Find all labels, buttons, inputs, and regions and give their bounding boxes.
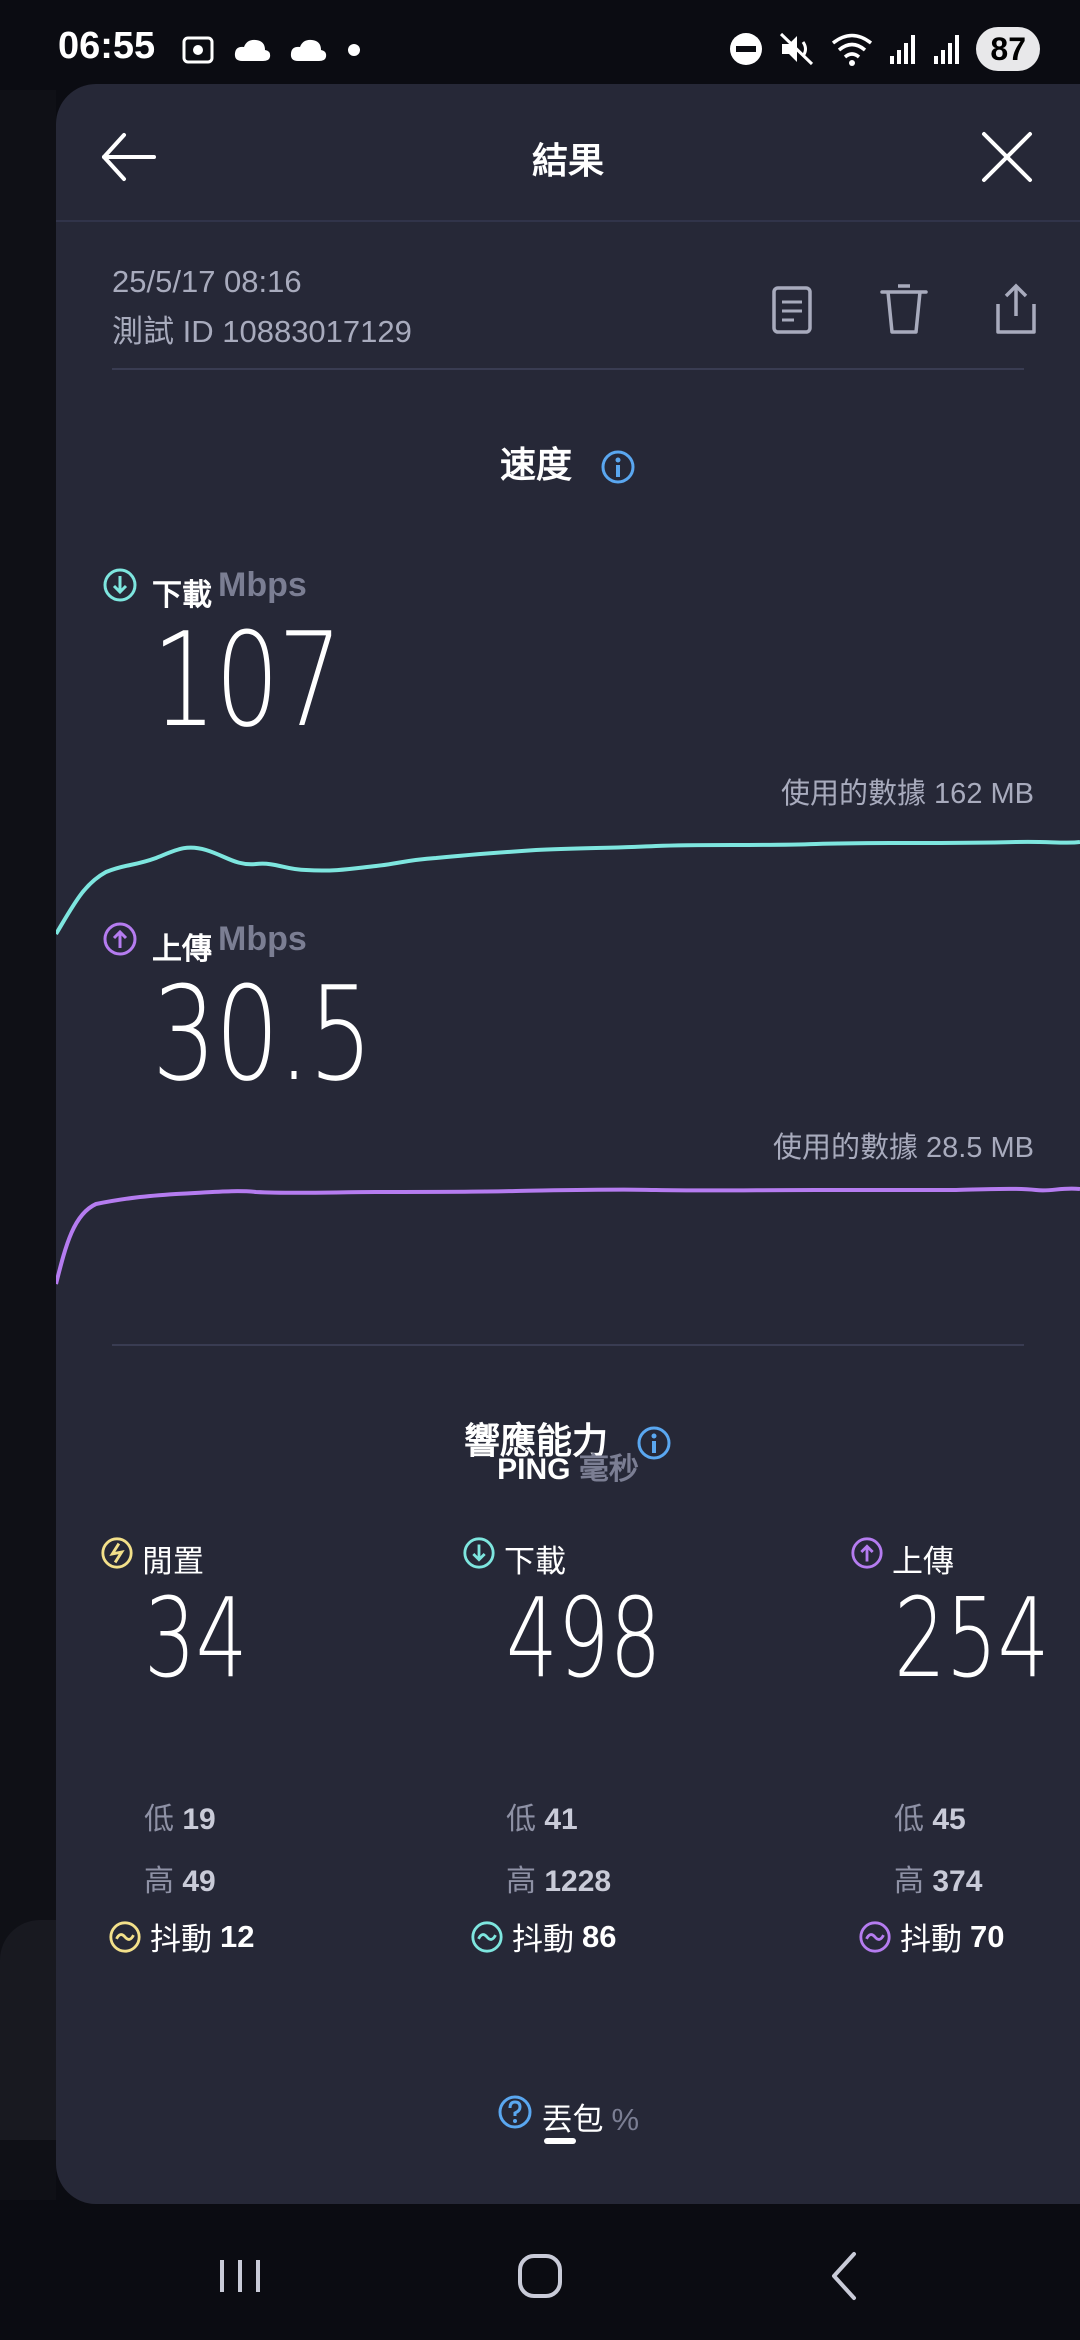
cloud-icon	[290, 39, 327, 61]
ping-idle-value: 34	[144, 1574, 248, 1702]
close-icon[interactable]	[972, 122, 1042, 192]
divider	[112, 368, 1024, 370]
signal-icon	[890, 35, 916, 64]
navigation-bar	[0, 2204, 1080, 2340]
jitter-icon	[471, 1920, 503, 1953]
back-icon[interactable]	[806, 2236, 886, 2316]
status-bar: 06:55 87	[0, 0, 1080, 90]
ping-header: PING 毫秒	[497, 1453, 639, 1486]
screenshot-icon	[182, 36, 214, 64]
background-activity-strip	[0, 90, 56, 2200]
recent-apps-icon[interactable]	[200, 2236, 280, 2316]
ping-upload-low: 低 45	[894, 1803, 966, 1836]
upload-arrow-icon	[851, 1536, 883, 1569]
upload-arrow-icon	[103, 922, 137, 956]
test-id: 測試 ID 10883017129	[112, 314, 412, 349]
do-not-disturb-icon	[730, 33, 763, 65]
wifi-icon	[832, 33, 873, 66]
ping-idle-high: 高 49	[144, 1865, 216, 1898]
status-time: 06:55	[58, 25, 156, 67]
ping-download-jitter: 抖動 86	[470, 1914, 616, 1959]
details-icon[interactable]	[762, 274, 822, 344]
jitter-icon	[109, 1920, 141, 1953]
home-icon[interactable]	[500, 2236, 580, 2316]
cloud-icon	[234, 39, 271, 61]
packet-loss: 丟包%	[56, 2094, 1080, 2139]
ping-upload-value: 254	[894, 1574, 1050, 1702]
upload-speed-chart	[56, 1186, 1080, 1285]
page-title: 結果	[531, 140, 604, 181]
result-sheet: 結果 25/5/17 08:16 測試 ID 10883017129 速度 下載…	[56, 84, 1080, 2204]
ping-download-high: 高 1228	[506, 1865, 612, 1898]
test-date: 25/5/17 08:16	[112, 264, 302, 299]
download-arrow-icon	[463, 1536, 495, 1569]
speed-section-title: 速度	[56, 436, 1080, 488]
ping-idle-low: 低 19	[144, 1803, 216, 1836]
top-bar: 結果	[56, 84, 1080, 222]
ping-download-label: 下載	[462, 1524, 566, 1581]
upload-speed-value: 30.5	[152, 958, 373, 1110]
delete-icon[interactable]	[874, 274, 934, 344]
help-icon[interactable]	[497, 2094, 533, 2130]
divider	[112, 1344, 1024, 1346]
jitter-icon	[859, 1920, 891, 1953]
ping-upload-high: 高 374	[894, 1865, 983, 1898]
dot-icon	[348, 44, 360, 56]
speed-info-icon[interactable]	[600, 449, 636, 485]
signal-icon	[934, 35, 960, 64]
ping-download-value: 498	[506, 1574, 662, 1702]
share-icon[interactable]	[986, 274, 1046, 344]
mute-icon	[780, 32, 814, 66]
battery-indicator: 87	[976, 27, 1040, 71]
upload-speed-line	[56, 1186, 1080, 1285]
sheet-handle[interactable]	[544, 2138, 576, 2144]
ping-upload-jitter: 抖動 70	[858, 1914, 1004, 1959]
ping-idle-label: 閒置	[100, 1524, 204, 1581]
download-speed-value: 107	[152, 604, 342, 756]
ping-idle-jitter: 抖動 12	[108, 1914, 254, 1959]
download-arrow-icon	[103, 568, 137, 602]
ping-upload-label: 上傳	[850, 1524, 954, 1581]
idle-icon	[101, 1536, 133, 1569]
ping-download-low: 低 41	[506, 1803, 578, 1836]
